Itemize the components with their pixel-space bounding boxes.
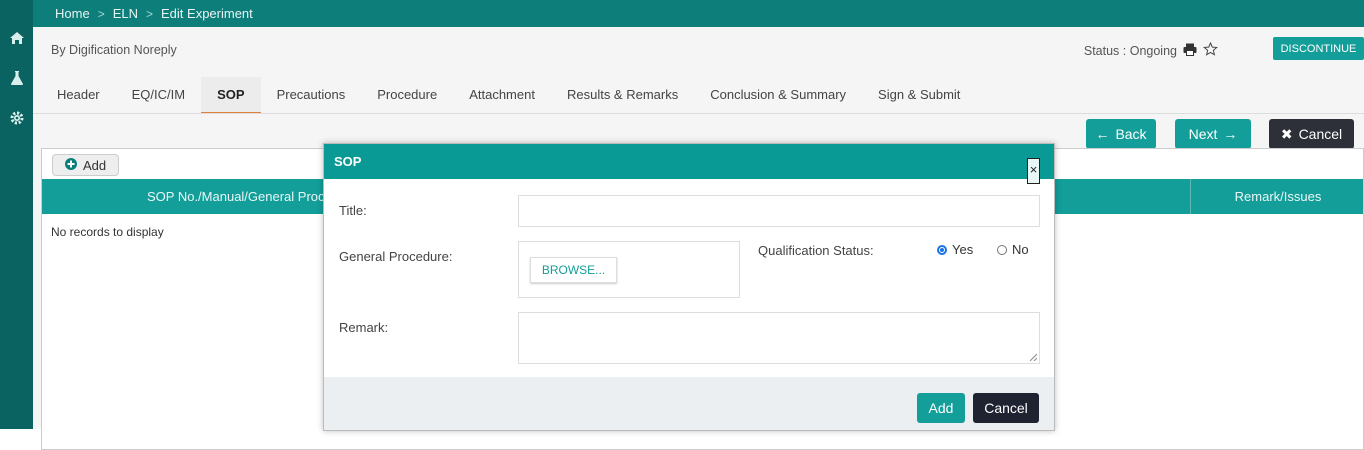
tab-sign-submit[interactable]: Sign & Submit bbox=[862, 77, 976, 112]
sop-dialog: SOP × Title: General Procedure: BROWSE..… bbox=[323, 143, 1055, 431]
tab-attachment[interactable]: Attachment bbox=[453, 77, 551, 112]
tab-procedure[interactable]: Procedure bbox=[361, 77, 453, 112]
tab-bar: Header EQ/IC/IM SOP Precautions Procedur… bbox=[41, 77, 976, 114]
sidebar bbox=[0, 0, 33, 429]
status-area: Status : Ongoing bbox=[1083, 41, 1219, 59]
back-button-label: Back bbox=[1115, 126, 1147, 142]
close-icon[interactable]: × bbox=[1027, 158, 1040, 184]
chevron-right-icon: > bbox=[97, 6, 105, 21]
dialog-cancel-button[interactable]: Cancel bbox=[973, 393, 1039, 423]
dialog-footer: Add Cancel bbox=[324, 377, 1054, 430]
gear-icon[interactable] bbox=[0, 104, 33, 132]
column-header-remark[interactable]: Remark/Issues bbox=[1190, 179, 1364, 214]
arrow-right-icon: → bbox=[1223, 126, 1238, 142]
chevron-right-icon: > bbox=[146, 6, 154, 21]
cancel-button-label: Cancel bbox=[1298, 126, 1343, 142]
qualification-no-label: No bbox=[1012, 242, 1029, 257]
qualification-status-label: Qualification Status: bbox=[758, 243, 874, 258]
radio-selected-icon bbox=[937, 244, 947, 255]
tab-results-remarks[interactable]: Results & Remarks bbox=[551, 77, 694, 112]
tab-sop[interactable]: SOP bbox=[201, 77, 261, 114]
dialog-header: SOP × bbox=[324, 144, 1054, 184]
home-icon[interactable] bbox=[0, 24, 33, 52]
title-label: Title: bbox=[339, 203, 367, 218]
arrow-left-icon: ← bbox=[1095, 126, 1110, 142]
breadcrumb-home[interactable]: Home bbox=[55, 6, 90, 21]
tab-eq-ic-im[interactable]: EQ/IC/IM bbox=[116, 77, 201, 112]
flask-icon[interactable] bbox=[0, 64, 33, 92]
top-bar: Home > ELN > Edit Experiment bbox=[33, 0, 1364, 27]
add-row-button[interactable]: Add bbox=[52, 154, 120, 176]
browse-button[interactable]: BROWSE... bbox=[530, 257, 617, 283]
breadcrumb-current: Edit Experiment bbox=[161, 6, 253, 21]
empty-message: No records to display bbox=[51, 225, 164, 239]
qualification-yes-label: Yes bbox=[952, 242, 974, 257]
discontinue-button[interactable]: DISCONTINUE bbox=[1273, 37, 1364, 60]
dialog-add-button[interactable]: Add bbox=[917, 393, 965, 423]
breadcrumb-eln[interactable]: ELN bbox=[113, 6, 138, 21]
plus-circle-icon bbox=[65, 157, 77, 173]
print-icon[interactable] bbox=[1183, 43, 1197, 59]
next-button[interactable]: Next → bbox=[1175, 119, 1251, 149]
tab-divider bbox=[33, 113, 1364, 114]
qualification-yes-radio[interactable]: Yes bbox=[937, 242, 973, 257]
cancel-button[interactable]: ✖ Cancel bbox=[1269, 119, 1354, 149]
remark-label: Remark: bbox=[339, 320, 389, 335]
resize-handle-icon[interactable] bbox=[1029, 353, 1037, 361]
user-name: By Digification Noreply bbox=[51, 43, 177, 57]
title-input[interactable] bbox=[518, 195, 1040, 227]
back-button[interactable]: ← Back bbox=[1086, 119, 1156, 149]
tab-conclusion-summary[interactable]: Conclusion & Summary bbox=[694, 77, 862, 112]
qualification-no-radio[interactable]: No bbox=[997, 242, 1029, 257]
tab-precautions[interactable]: Precautions bbox=[261, 77, 362, 112]
dialog-title: SOP bbox=[334, 154, 362, 169]
breadcrumb: Home > ELN > Edit Experiment bbox=[55, 6, 253, 21]
tab-header[interactable]: Header bbox=[41, 77, 116, 112]
next-button-label: Next bbox=[1188, 126, 1218, 142]
close-x-icon: ✖ bbox=[1280, 125, 1293, 142]
remark-textarea[interactable] bbox=[518, 312, 1040, 364]
column-header-sop-no[interactable]: SOP No./Manual/General Proc bbox=[147, 189, 325, 204]
status-text: Status : Ongoing bbox=[1083, 43, 1177, 58]
radio-unselected-icon bbox=[997, 244, 1007, 255]
general-procedure-label: General Procedure: bbox=[339, 249, 453, 264]
add-row-label: Add bbox=[83, 157, 107, 173]
star-icon[interactable] bbox=[1202, 41, 1219, 59]
